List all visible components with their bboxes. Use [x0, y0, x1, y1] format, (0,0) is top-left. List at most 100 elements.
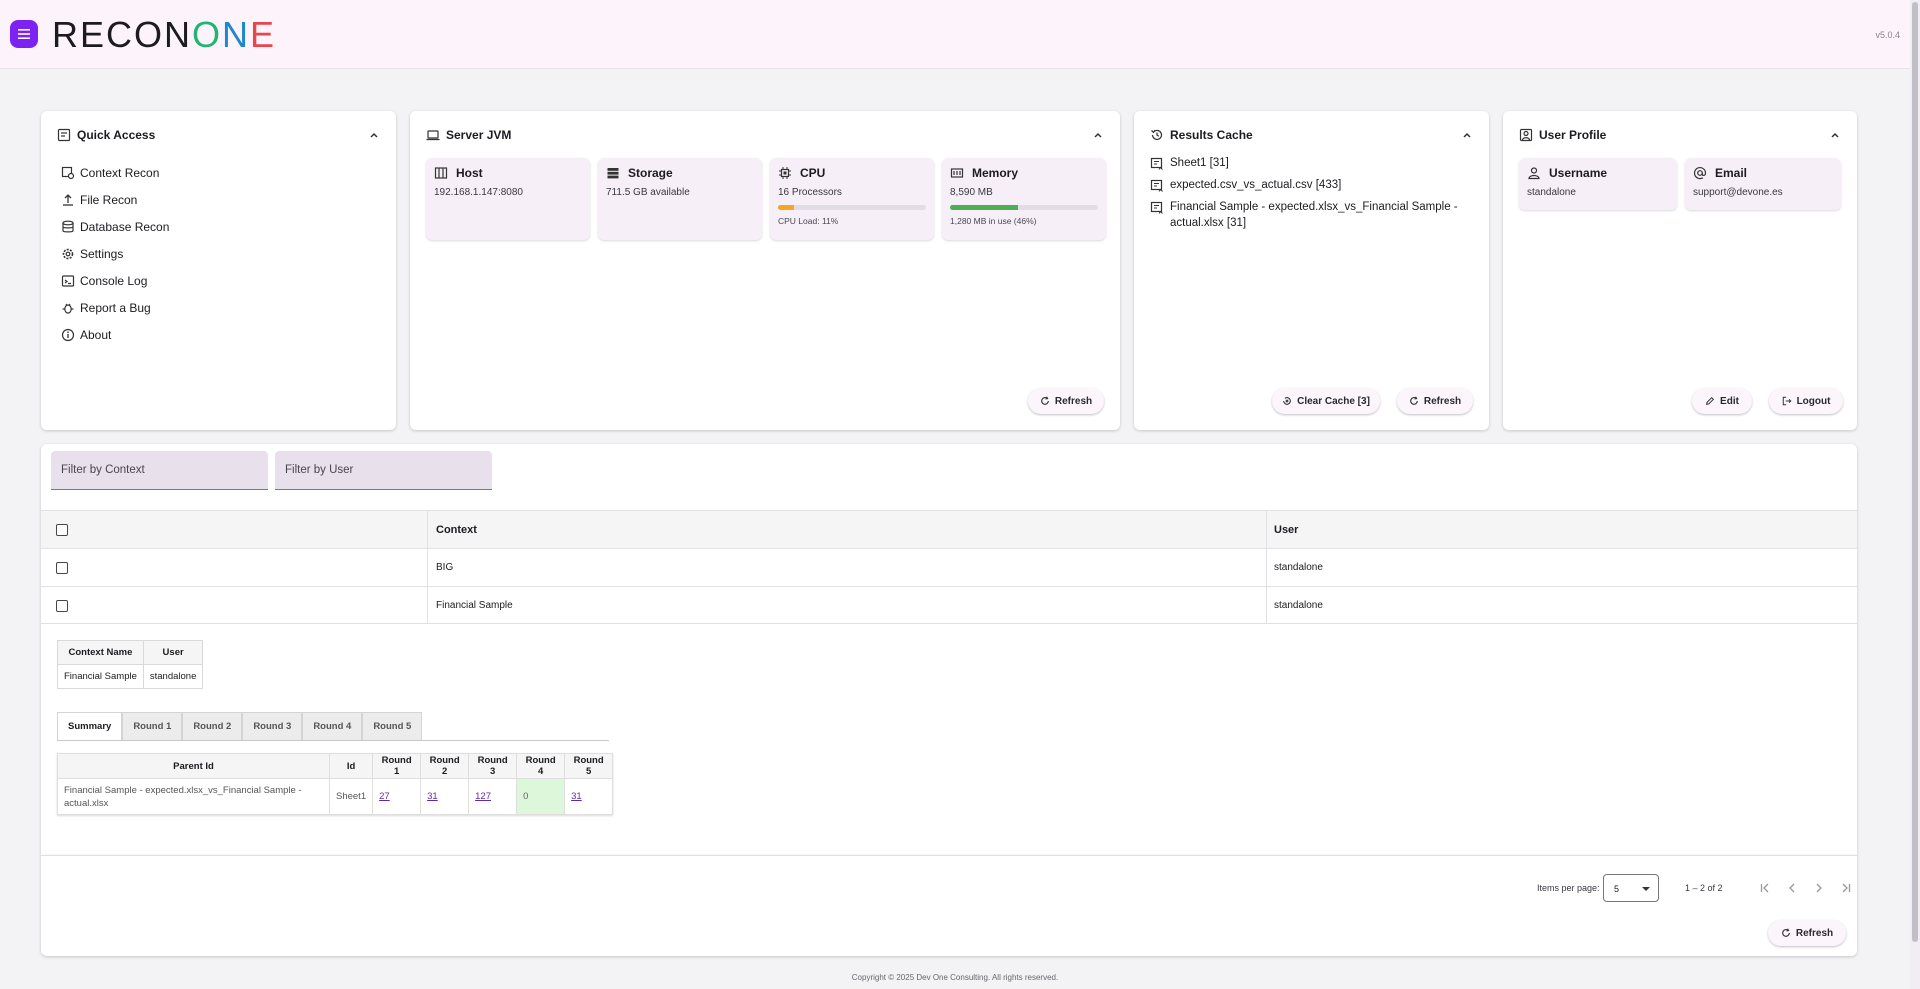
- table-row[interactable]: BIG standalone: [41, 548, 1857, 586]
- row-user: standalone: [1274, 562, 1323, 573]
- chevron-up-icon[interactable]: [368, 129, 380, 141]
- memory-usage-bar: [950, 205, 1098, 210]
- tab-round-4[interactable]: Round 4: [302, 712, 363, 740]
- scrollbar-thumb[interactable]: [1912, 2, 1918, 942]
- app-logo[interactable]: RECONONE: [52, 14, 276, 56]
- round-1-link[interactable]: 27: [379, 791, 390, 802]
- pencil-icon: [1706, 396, 1715, 405]
- cpu-load-fill: [778, 205, 795, 210]
- cache-item[interactable]: Sheet1 [31]: [1150, 155, 1473, 171]
- summary-header-parent-id: Parent Id: [57, 753, 330, 779]
- last-page-button[interactable]: [1838, 880, 1854, 896]
- chevron-up-icon[interactable]: [1461, 129, 1473, 141]
- round-2-link[interactable]: 31: [427, 791, 438, 802]
- select-all-checkbox[interactable]: [56, 523, 68, 536]
- tab-summary[interactable]: Summary: [57, 712, 123, 740]
- row-user: standalone: [1274, 600, 1323, 611]
- grid-header-row: Context User: [41, 510, 1857, 548]
- chevron-up-icon[interactable]: [1829, 129, 1841, 141]
- cpu-label: CPU: [800, 166, 826, 180]
- host-label: Host: [456, 166, 483, 180]
- tab-round-1[interactable]: Round 1: [122, 712, 183, 740]
- previous-page-button[interactable]: [1784, 880, 1800, 896]
- at-icon: [1693, 167, 1707, 180]
- quick-access-title: Quick Access: [77, 128, 156, 142]
- storage-label: Storage: [628, 166, 673, 180]
- results-cache-title: Results Cache: [1170, 128, 1253, 142]
- first-page-button[interactable]: [1757, 880, 1773, 896]
- next-page-button[interactable]: [1811, 880, 1827, 896]
- filter-context-input[interactable]: Filter by Context: [51, 451, 268, 490]
- storage-value: 711.5 GB available: [606, 187, 690, 198]
- cache-item[interactable]: expected.csv_vs_actual.csv [433]: [1150, 177, 1473, 193]
- quick-access-report-bug[interactable]: Report a Bug: [61, 294, 169, 321]
- context-name-header: Context Name: [57, 640, 144, 665]
- round-3-link[interactable]: 127: [475, 791, 491, 802]
- bug-icon: [62, 303, 74, 314]
- quick-access-database-recon[interactable]: Database Recon: [61, 213, 169, 240]
- quick-access-file-recon[interactable]: File Recon: [61, 186, 169, 213]
- edit-profile-button[interactable]: Edit: [1692, 388, 1752, 414]
- tab-round-2[interactable]: Round 2: [182, 712, 243, 740]
- column-header-user[interactable]: User: [1274, 511, 1298, 548]
- top-app-bar: RECONONE v5.0.4: [0, 0, 1910, 69]
- vertical-scrollbar[interactable]: [1910, 0, 1920, 989]
- memory-icon: [950, 168, 964, 178]
- chevron-up-icon[interactable]: [1092, 129, 1104, 141]
- server-refresh-button[interactable]: Refresh: [1028, 388, 1104, 414]
- storage-icon: [607, 168, 619, 179]
- cache-result-icon: [1150, 179, 1163, 192]
- items-per-page-select[interactable]: 5: [1603, 874, 1659, 902]
- refresh-icon: [1040, 396, 1049, 405]
- email-label: Email: [1715, 166, 1748, 180]
- filter-user-input[interactable]: Filter by User: [275, 451, 492, 490]
- contexts-panel: Filter by Context Filter by User Context…: [41, 444, 1857, 855]
- row-checkbox[interactable]: [56, 561, 68, 574]
- user-profile-card: User Profile Username standalone Email s…: [1503, 111, 1857, 430]
- quick-access-context-recon[interactable]: Context Recon: [61, 159, 169, 186]
- row-checkbox[interactable]: [56, 599, 68, 612]
- logout-button[interactable]: Logout: [1769, 388, 1843, 414]
- results-cache-card: Results Cache Sheet1 [31] expected.csv_v…: [1134, 111, 1489, 430]
- list-refresh-button[interactable]: Refresh: [1768, 920, 1846, 946]
- app-version: v5.0.4: [1875, 30, 1900, 40]
- round-5-link[interactable]: 31: [571, 791, 582, 802]
- cache-item-label: Sheet1 [31]: [1170, 157, 1229, 169]
- cpu-load-bar: [778, 205, 926, 210]
- quick-access-label: Console Log: [80, 273, 148, 288]
- person-icon: [1528, 167, 1540, 180]
- cache-item[interactable]: Financial Sample - expected.xlsx_vs_Fina…: [1150, 199, 1473, 231]
- summary-table: Parent Id Id Round 1 Round 2 Round 3 Rou…: [57, 753, 614, 815]
- tab-round-3[interactable]: Round 3: [242, 712, 303, 740]
- username-label: Username: [1549, 166, 1608, 180]
- copyright-text: Copyright © 2025 Dev One Consulting. All…: [851, 973, 1059, 982]
- summary-header-round-3: Round 3: [468, 753, 518, 779]
- quick-access-settings[interactable]: Settings: [61, 240, 169, 267]
- user-value: standalone: [142, 664, 204, 689]
- menu-button[interactable]: [10, 20, 38, 48]
- quick-access-console-log[interactable]: Console Log: [61, 267, 169, 294]
- paginator-panel: Items per page: 5 1 – 2 of 2 Refresh: [41, 855, 1857, 956]
- clear-cache-button[interactable]: Clear Cache [3]: [1272, 388, 1380, 414]
- clear-cache-label: Clear Cache [3]: [1297, 395, 1370, 407]
- quick-access-label: Database Recon: [80, 219, 170, 234]
- email-value: support@devone.es: [1693, 187, 1783, 198]
- table-row[interactable]: Financial Sample standalone: [41, 586, 1857, 624]
- refresh-label: Refresh: [1423, 395, 1462, 407]
- context-name-value: Financial Sample: [57, 664, 144, 689]
- logout-icon: [1782, 396, 1792, 406]
- cache-refresh-button[interactable]: Refresh: [1397, 388, 1473, 414]
- summary-header-round-1: Round 1: [372, 753, 422, 779]
- edit-label: Edit: [1720, 395, 1739, 407]
- memory-usage-fill: [950, 205, 1019, 210]
- refresh-label: Refresh: [1054, 395, 1093, 407]
- summary-id: Sheet1: [328, 778, 374, 815]
- round-tabs: Summary Round 1 Round 2 Round 3 Round 4 …: [57, 712, 423, 740]
- tab-round-5[interactable]: Round 5: [362, 712, 423, 740]
- gear-icon: [62, 248, 74, 259]
- quick-access-about[interactable]: About: [61, 321, 169, 348]
- column-header-context[interactable]: Context: [436, 511, 477, 548]
- refresh-label: Refresh: [1795, 927, 1834, 939]
- history-icon: [1151, 129, 1163, 141]
- username-value: standalone: [1527, 187, 1576, 198]
